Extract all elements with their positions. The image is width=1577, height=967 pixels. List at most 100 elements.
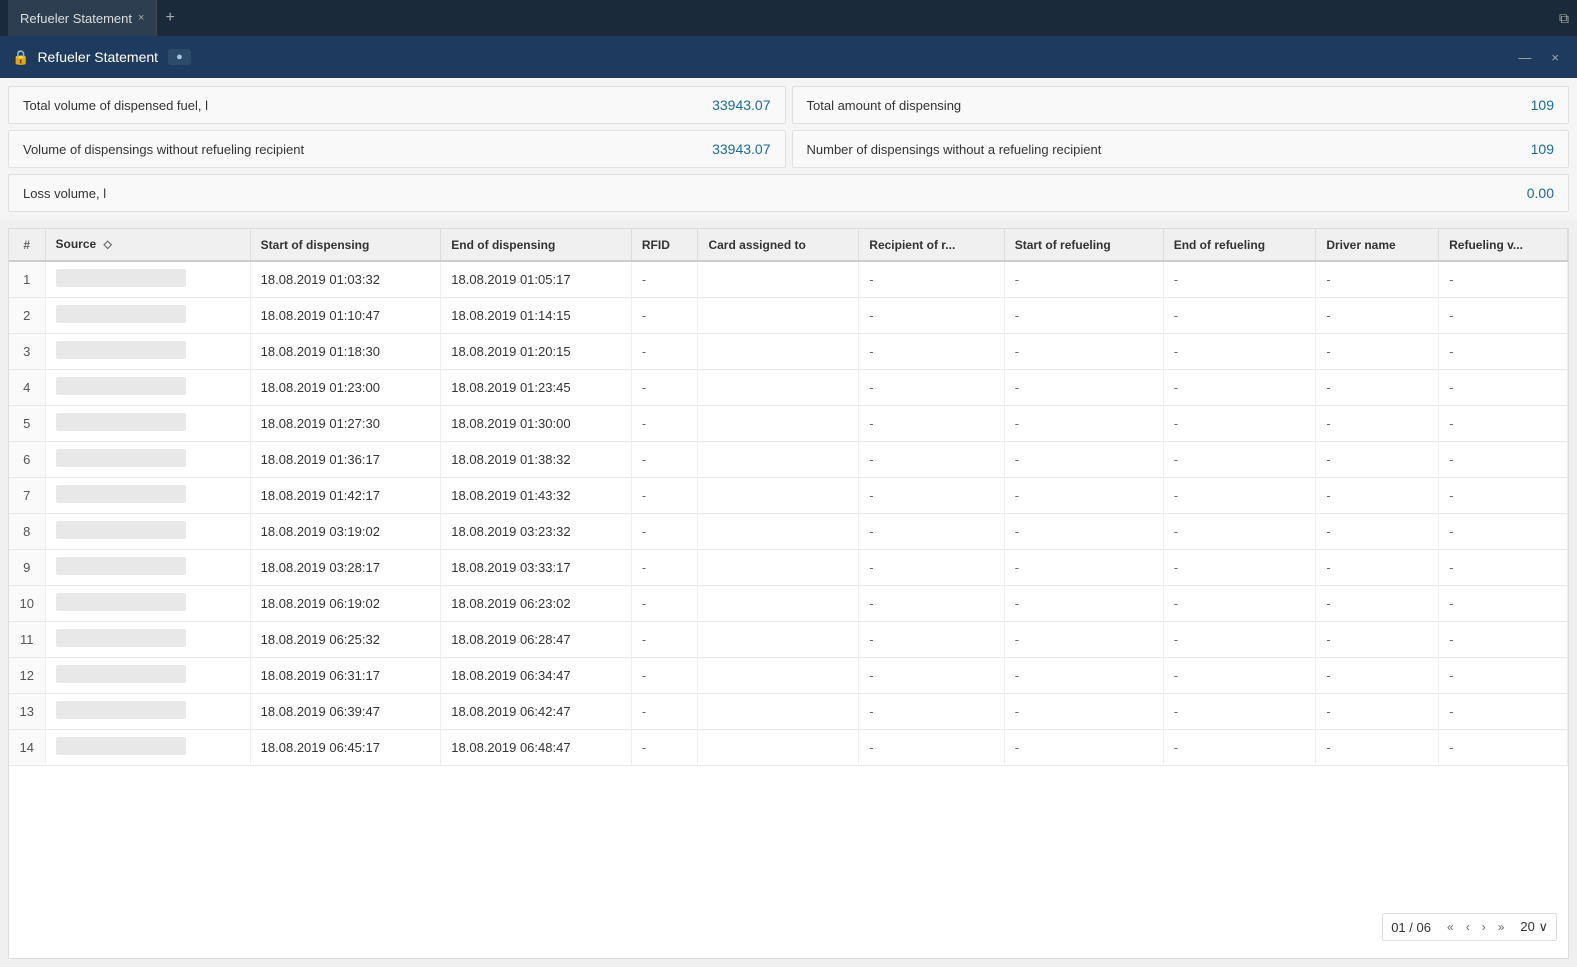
col-rfid: RFID	[631, 229, 698, 261]
summary-card-total-amount: Total amount of dispensing 109	[792, 86, 1570, 124]
cell-driver-name: -	[1316, 298, 1439, 334]
cell-start-refueling: -	[1004, 658, 1163, 694]
cell-rfid: -	[631, 730, 698, 766]
next-page-button[interactable]: ›	[1478, 918, 1490, 936]
cell-source	[45, 334, 250, 370]
cell-driver-name: -	[1316, 514, 1439, 550]
cell-card-assigned	[698, 370, 859, 406]
cell-source	[45, 586, 250, 622]
cell-end-refueling: -	[1163, 622, 1316, 658]
cell-start-dispensing: 18.08.2019 06:31:17	[250, 658, 441, 694]
cell-recipient: -	[859, 730, 1004, 766]
cell-card-assigned	[698, 550, 859, 586]
tab-close-button[interactable]: ×	[138, 12, 144, 24]
new-tab-button[interactable]: +	[165, 9, 174, 27]
first-page-button[interactable]: «	[1443, 918, 1458, 936]
minimize-button[interactable]: —	[1512, 50, 1537, 65]
table-row: 10 18.08.2019 06:19:02 18.08.2019 06:23:…	[9, 586, 1568, 622]
table-row: 5 18.08.2019 01:27:30 18.08.2019 01:30:0…	[9, 406, 1568, 442]
cell-start-refueling: -	[1004, 261, 1163, 298]
table-row: 1 18.08.2019 01:03:32 18.08.2019 01:05:1…	[9, 261, 1568, 298]
number-no-recipient-value: 109	[1531, 141, 1554, 157]
cell-rfid: -	[631, 658, 698, 694]
cell-end-refueling: -	[1163, 658, 1316, 694]
cell-source	[45, 298, 250, 334]
app-bar-actions: — ×	[1512, 50, 1565, 65]
loss-volume-value: 0.00	[1527, 185, 1554, 201]
title-bar: Refueler Statement × + ⧉	[0, 0, 1577, 36]
last-page-button[interactable]: »	[1494, 918, 1509, 936]
number-no-recipient-label: Number of dispensings without a refuelin…	[807, 142, 1102, 157]
source-cell-block	[56, 701, 186, 719]
cell-end-dispensing: 18.08.2019 06:23:02	[441, 586, 632, 622]
cell-end-dispensing: 18.08.2019 03:23:32	[441, 514, 632, 550]
cell-row-num: 13	[9, 694, 45, 730]
table-row: 14 18.08.2019 06:45:17 18.08.2019 06:48:…	[9, 730, 1568, 766]
tab-label: Refueler Statement	[20, 11, 132, 26]
cell-driver-name: -	[1316, 730, 1439, 766]
cell-driver-name: -	[1316, 442, 1439, 478]
source-cell-block	[56, 521, 186, 539]
cell-start-dispensing: 18.08.2019 03:19:02	[250, 514, 441, 550]
cell-row-num: 1	[9, 261, 45, 298]
cell-start-dispensing: 18.08.2019 01:18:30	[250, 334, 441, 370]
cell-source	[45, 694, 250, 730]
close-button[interactable]: ×	[1545, 50, 1565, 65]
cell-driver-name: -	[1316, 586, 1439, 622]
cell-rfid: -	[631, 334, 698, 370]
cell-start-dispensing: 18.08.2019 01:36:17	[250, 442, 441, 478]
cell-end-dispensing: 18.08.2019 06:28:47	[441, 622, 632, 658]
table-row: 2 18.08.2019 01:10:47 18.08.2019 01:14:1…	[9, 298, 1568, 334]
cell-card-assigned	[698, 586, 859, 622]
cell-source	[45, 658, 250, 694]
sort-icon: ⬦	[104, 237, 112, 251]
cell-end-refueling: -	[1163, 586, 1316, 622]
cell-end-dispensing: 18.08.2019 06:48:47	[441, 730, 632, 766]
loss-volume-label: Loss volume, l	[23, 186, 106, 201]
cell-row-num: 11	[9, 622, 45, 658]
cell-start-refueling: -	[1004, 550, 1163, 586]
source-cell-block	[56, 665, 186, 683]
total-amount-label: Total amount of dispensing	[807, 98, 962, 113]
col-source[interactable]: Source ⬦	[45, 229, 250, 261]
cell-driver-name: -	[1316, 261, 1439, 298]
cell-recipient: -	[859, 298, 1004, 334]
cell-end-dispensing: 18.08.2019 03:33:17	[441, 550, 632, 586]
cell-rfid: -	[631, 622, 698, 658]
cell-refueling-v: -	[1439, 406, 1568, 442]
browser-tab[interactable]: Refueler Statement ×	[8, 0, 157, 36]
cell-card-assigned	[698, 694, 859, 730]
cell-source	[45, 261, 250, 298]
cell-recipient: -	[859, 406, 1004, 442]
cell-end-dispensing: 18.08.2019 01:30:00	[441, 406, 632, 442]
cell-start-dispensing: 18.08.2019 01:10:47	[250, 298, 441, 334]
source-cell-block	[56, 341, 186, 359]
cell-source	[45, 370, 250, 406]
cell-card-assigned	[698, 478, 859, 514]
cell-recipient: -	[859, 622, 1004, 658]
cell-end-dispensing: 18.08.2019 01:20:15	[441, 334, 632, 370]
cell-end-refueling: -	[1163, 730, 1316, 766]
cell-source	[45, 622, 250, 658]
cell-driver-name: -	[1316, 406, 1439, 442]
cell-card-assigned	[698, 442, 859, 478]
source-cell-block	[56, 485, 186, 503]
cell-start-dispensing: 18.08.2019 01:23:00	[250, 370, 441, 406]
source-cell-block	[56, 269, 186, 287]
cell-driver-name: -	[1316, 622, 1439, 658]
cell-row-num: 10	[9, 586, 45, 622]
cell-start-refueling: -	[1004, 406, 1163, 442]
cell-card-assigned	[698, 261, 859, 298]
cell-end-refueling: -	[1163, 406, 1316, 442]
prev-page-button[interactable]: ‹	[1462, 918, 1474, 936]
volume-no-recipient-value: 33943.07	[712, 141, 770, 157]
cell-refueling-v: -	[1439, 550, 1568, 586]
table-row: 12 18.08.2019 06:31:17 18.08.2019 06:34:…	[9, 658, 1568, 694]
cell-end-dispensing: 18.08.2019 01:23:45	[441, 370, 632, 406]
cell-row-num: 3	[9, 334, 45, 370]
col-start-dispensing: Start of dispensing	[250, 229, 441, 261]
page-size-dropdown-icon[interactable]: ∨	[1538, 919, 1548, 934]
cell-end-refueling: -	[1163, 694, 1316, 730]
cell-card-assigned	[698, 622, 859, 658]
cell-end-refueling: -	[1163, 261, 1316, 298]
